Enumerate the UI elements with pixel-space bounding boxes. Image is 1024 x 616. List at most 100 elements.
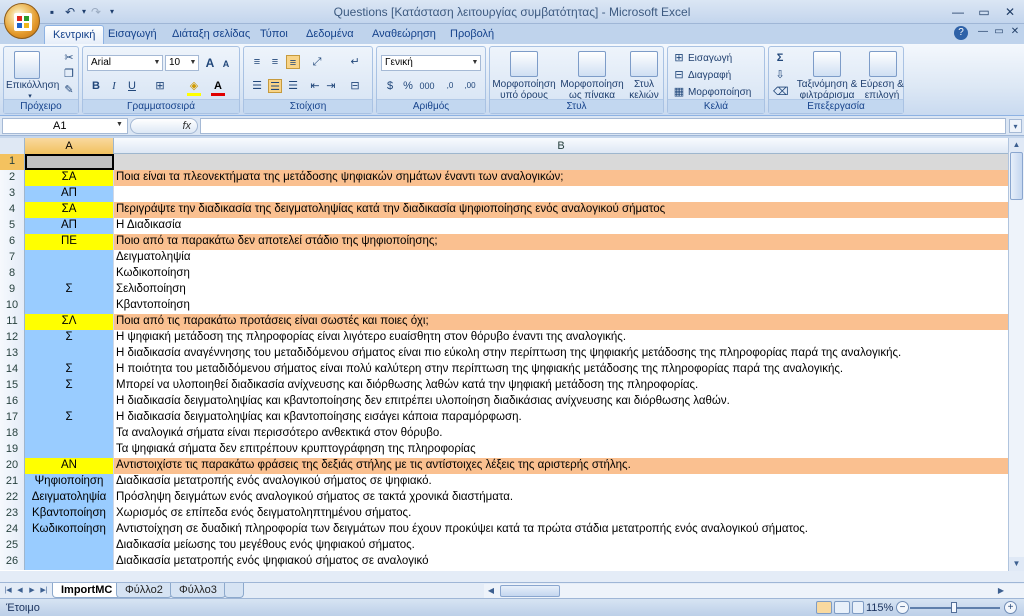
conditional-formatting-button[interactable]: Μορφοποίηση [490,79,558,90]
row-header[interactable]: 2 [0,170,25,186]
row-header[interactable]: 19 [0,442,25,458]
close-button[interactable]: ✕ [998,3,1022,21]
tab-insert[interactable]: Εισαγωγή [100,25,165,44]
cell-a[interactable]: Σ [25,330,114,346]
cell-a[interactable]: ΠΕ [25,234,114,250]
cell-a[interactable]: Σ [25,378,114,394]
cell-b[interactable]: Χωρισμός σε επίπεδα ενός δειγματοληπτημέ… [114,506,1008,522]
align-center-icon[interactable]: ☰ [268,79,282,93]
office-button[interactable] [4,3,40,39]
zoom-in-button[interactable]: + [1004,601,1017,614]
cell-b[interactable] [114,154,1008,170]
italic-button[interactable]: I [107,79,121,93]
tab-data[interactable]: Δεδομένα [298,25,362,44]
row-header[interactable]: 21 [0,474,25,490]
paste-button[interactable]: Επικόλληση [6,80,59,91]
row-header[interactable]: 15 [0,378,25,394]
row-header[interactable]: 17 [0,410,25,426]
horizontal-scrollbar[interactable]: ◀ ▶ [484,584,1024,598]
row-header[interactable]: 22 [0,490,25,506]
clear-icon[interactable]: ⌫ [773,85,789,99]
prev-sheet-icon[interactable]: ◀ [14,584,26,598]
page-layout-view-button[interactable] [834,601,850,614]
insert-cells-icon[interactable]: ⊞ [672,51,686,65]
wrap-text-icon[interactable]: ↵ [348,55,362,69]
cell-a[interactable] [25,346,114,362]
cell-styles-icon[interactable] [630,51,658,77]
orientation-icon[interactable]: ⤢ [310,55,324,69]
paste-icon[interactable] [14,51,40,79]
name-box[interactable]: A1 [2,118,128,134]
save-icon[interactable]: ▪ [44,5,60,19]
grow-font-button[interactable]: A [203,56,217,70]
row-header[interactable]: 12 [0,330,25,346]
format-as-table-icon[interactable] [578,51,606,77]
cell-a[interactable]: Δειγματοληψία [25,490,114,506]
doc-restore-button[interactable]: ▭ [992,26,1006,37]
page-break-view-button[interactable] [852,601,864,614]
conditional-formatting-icon[interactable] [510,51,538,77]
sheet-tab-importmc[interactable]: ImportMC [52,583,122,598]
cell-a[interactable] [25,250,114,266]
scroll-up-icon[interactable]: ▲ [1009,138,1024,152]
align-middle-icon[interactable]: ≡ [268,55,282,69]
cell-b[interactable]: Πρόσληψη δειγμάτων ενός αναλογικού σήματ… [114,490,1008,506]
minimize-button[interactable]: — [946,3,970,21]
formula-input[interactable] [200,118,1006,134]
expand-formula-bar-icon[interactable]: ▾ [1009,119,1022,133]
cell-a[interactable] [25,538,114,554]
scroll-left-icon[interactable]: ◀ [484,584,498,598]
cell-b[interactable] [114,186,1008,202]
cell-a[interactable]: ΑΠ [25,186,114,202]
insert-function-button[interactable]: fx [130,118,198,134]
cut-icon[interactable]: ✂ [62,51,76,65]
row-header[interactable]: 16 [0,394,25,410]
tab-formulas[interactable]: Τύποι [252,25,296,44]
row-header[interactable]: 1 [0,154,25,170]
cell-b[interactable]: Η διαδικασία αναγέννησης του μεταδιδόμεν… [114,346,1008,362]
cell-a[interactable] [25,442,114,458]
underline-button[interactable]: U [125,79,139,93]
delete-cells-icon[interactable]: ⊟ [672,68,686,82]
cell-b[interactable]: Η Διαδικασία [114,218,1008,234]
row-header[interactable]: 24 [0,522,25,538]
cell-b[interactable]: Διαδικασία μείωσης του μεγέθους ενός ψηφ… [114,538,1008,554]
tab-review[interactable]: Αναθεώρηση [364,25,444,44]
cell-a[interactable]: Κβαντοποίηση [25,506,114,522]
row-header[interactable]: 8 [0,266,25,282]
bold-button[interactable]: B [89,79,103,93]
cell-b[interactable]: Αντιστοίχηση σε δυαδική πληροφορία των δ… [114,522,1008,538]
redo-icon[interactable]: ↷ [88,5,104,19]
autosum-button[interactable]: Σ [773,51,787,65]
cell-b[interactable]: Ποια από τις παρακάτω προτάσεις είναι σω… [114,314,1008,330]
currency-button[interactable]: $ [383,79,397,93]
cell-b[interactable]: Ποιο από τα παρακάτω δεν αποτελεί στάδιο… [114,234,1008,250]
format-cells-icon[interactable]: ▦ [672,85,686,99]
customize-qat-icon[interactable]: ▾ [104,5,120,19]
tab-home[interactable]: Κεντρική [44,25,105,44]
copy-icon[interactable]: ❐ [62,67,76,81]
font-size-combo[interactable]: 10 ▼ [165,55,199,71]
align-right-icon[interactable]: ☰ [286,79,300,93]
row-header[interactable]: 23 [0,506,25,522]
fill-color-icon[interactable]: ◈ [187,79,201,93]
insert-sheet-icon[interactable] [224,583,244,598]
next-sheet-icon[interactable]: ▶ [26,584,38,598]
align-left-icon[interactable]: ☰ [250,79,264,93]
select-all-corner[interactable] [0,138,25,154]
cell-a[interactable]: Ψηφιοποίηση [25,474,114,490]
row-header[interactable]: 20 [0,458,25,474]
sort-filter-icon[interactable] [813,51,841,77]
tab-view[interactable]: Προβολή [442,25,502,44]
doc-minimize-button[interactable]: — [976,26,990,37]
find-select-icon[interactable] [869,51,897,77]
cell-b[interactable]: Διαδικασία μετατροπής ενός ψηφιακού σήμα… [114,554,1008,570]
cell-a[interactable]: ΑΝ [25,458,114,474]
cell-a[interactable] [25,426,114,442]
cell-b[interactable]: Η ψηφιακή μετάδοση της πληροφορίας είναι… [114,330,1008,346]
vertical-scroll-thumb[interactable] [1010,152,1023,200]
help-icon[interactable]: ? [954,26,968,40]
sheet-tab-3[interactable]: Φύλλο3 [170,583,226,598]
cell-b[interactable]: Η διαδικασία δειγματοληψίας και κβαντοπο… [114,410,1008,426]
sort-filter-button[interactable]: Ταξινόμηση & [795,79,859,90]
